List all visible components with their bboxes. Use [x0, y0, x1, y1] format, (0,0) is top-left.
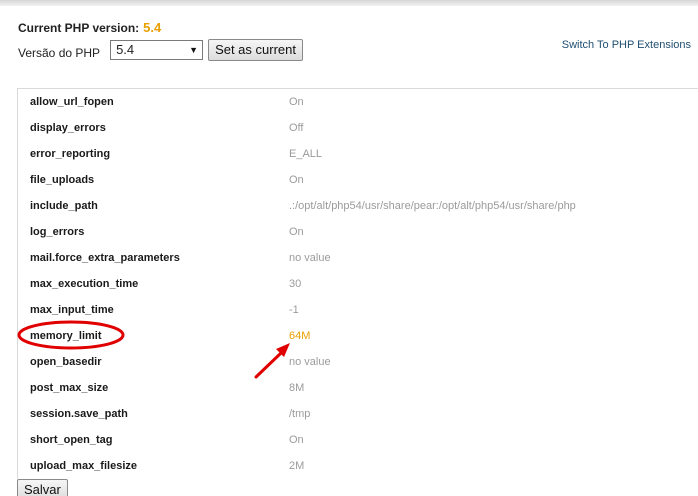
php-selector-page: Current PHP version: 5.4 Versão do PHP 5.… [0, 0, 698, 496]
table-row: mail.force_extra_parameters no value [18, 245, 698, 271]
set-as-current-button[interactable]: Set as current [208, 39, 303, 61]
table-row: open_basedir no value [18, 349, 698, 375]
option-value[interactable]: .:/opt/alt/php54/usr/share/pear:/opt/alt… [289, 200, 576, 212]
top-bar [0, 0, 698, 6]
option-value[interactable]: 30 [289, 278, 301, 290]
option-name: memory_limit [30, 330, 102, 342]
option-name: upload_max_filesize [30, 460, 137, 472]
chevron-down-icon: ▼ [189, 45, 199, 55]
option-value[interactable]: 64M [289, 330, 310, 342]
table-row: short_open_tag On [18, 427, 698, 453]
version-label: Versão do PHP [18, 46, 101, 60]
table-row: session.save_path /tmp [18, 401, 698, 427]
option-value[interactable]: Off [289, 122, 303, 134]
table-row: post_max_size 8M [18, 375, 698, 401]
option-value[interactable]: On [289, 226, 304, 238]
php-options-table: allow_url_fopen On display_errors Off er… [17, 88, 698, 479]
option-value[interactable]: no value [289, 356, 331, 368]
option-name: max_execution_time [30, 278, 139, 290]
option-name: open_basedir [30, 356, 102, 368]
option-name: log_errors [30, 226, 85, 238]
php-version-selected: 5.4 [116, 42, 135, 57]
table-row: max_execution_time 30 [18, 271, 698, 297]
option-value[interactable]: /tmp [289, 408, 310, 420]
option-value[interactable]: no value [289, 252, 331, 264]
option-name: file_uploads [30, 174, 95, 186]
option-value[interactable]: On [289, 96, 304, 108]
option-name: include_path [30, 200, 98, 212]
table-row: include_path .:/opt/alt/php54/usr/share/… [18, 193, 698, 219]
option-value[interactable]: -1 [289, 304, 299, 316]
option-value[interactable]: E_ALL [289, 148, 322, 160]
current-version-label: Current PHP version: [18, 21, 140, 35]
table-row: upload_max_filesize 2M [18, 453, 698, 479]
save-button[interactable]: Salvar [17, 479, 68, 496]
table-row: max_input_time -1 [18, 297, 698, 323]
table-row: error_reporting E_ALL [18, 141, 698, 167]
option-name: max_input_time [30, 304, 114, 316]
version-selector-row: Versão do PHP 5.4 ▼ Set as current [18, 39, 303, 61]
option-name: short_open_tag [30, 434, 113, 446]
table-row: display_errors Off [18, 115, 698, 141]
option-name: display_errors [30, 122, 106, 134]
option-value[interactable]: 2M [289, 460, 304, 472]
option-name: post_max_size [30, 382, 109, 394]
option-name: error_reporting [30, 148, 111, 160]
option-name: session.save_path [30, 408, 128, 420]
table-row: log_errors On [18, 219, 698, 245]
option-value[interactable]: On [289, 434, 304, 446]
option-name: allow_url_fopen [30, 96, 114, 108]
php-version-select[interactable]: 5.4 ▼ [110, 40, 204, 60]
table-row: file_uploads On [18, 167, 698, 193]
table-row-memory-limit: memory_limit 64M [18, 323, 698, 349]
option-value[interactable]: On [289, 174, 304, 186]
switch-to-extensions-link[interactable]: Switch To PHP Extensions [562, 39, 691, 51]
current-php-version: Current PHP version: 5.4 [18, 20, 161, 35]
table-row: allow_url_fopen On [18, 89, 698, 115]
option-value[interactable]: 8M [289, 382, 304, 394]
current-version-value: 5.4 [143, 20, 162, 35]
option-name: mail.force_extra_parameters [30, 252, 180, 264]
